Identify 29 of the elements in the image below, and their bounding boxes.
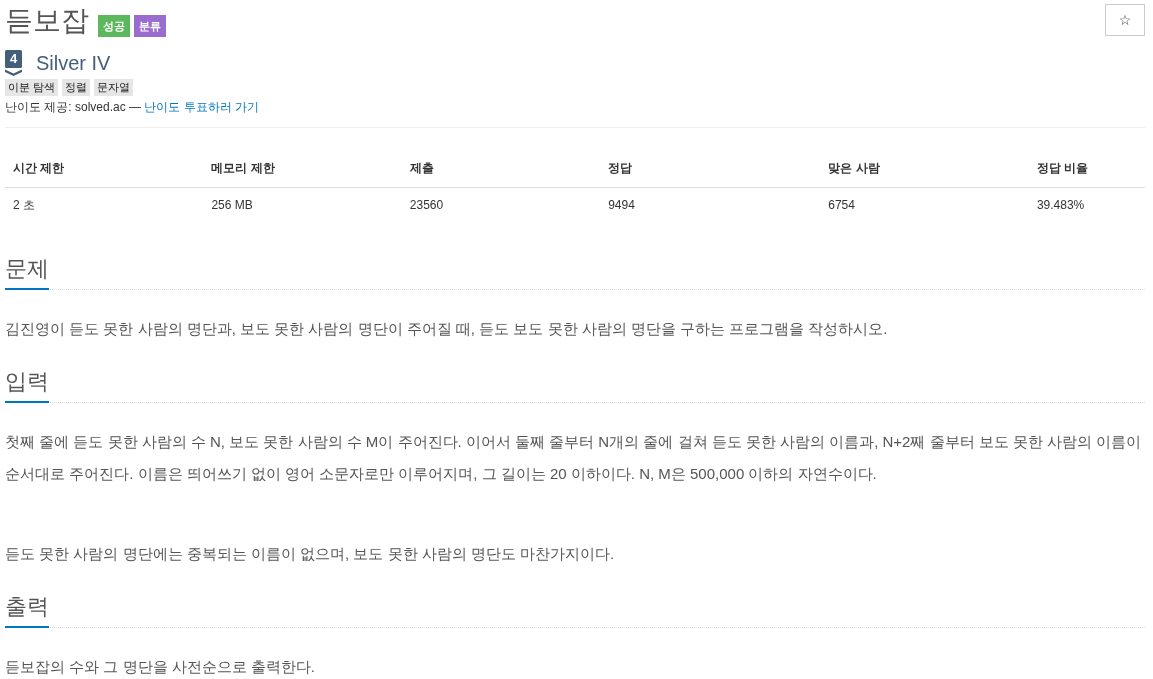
algorithm-tag[interactable]: 정렬	[62, 79, 91, 96]
column-header: 맞은 사람	[820, 150, 1029, 188]
table-cell: 6754	[820, 187, 1029, 223]
paragraph: 듣도 못한 사람의 명단에는 중복되는 이름이 없으며, 보도 못한 사람의 명단도 마찬가지이다.	[5, 544, 616, 564]
problem-title: 듣보잡	[5, 4, 89, 38]
vote-link[interactable]: 난이도 투표하러 가기	[144, 100, 260, 114]
column-header: 정답	[600, 150, 821, 188]
column-header: 메모리 제한	[203, 150, 402, 188]
algorithm-tag[interactable]: 문자열	[94, 79, 134, 96]
section-heading: 입력	[5, 367, 49, 403]
column-header: 정답 비율	[1028, 150, 1145, 188]
table-cell: 2 초	[5, 187, 204, 223]
paragraph: 김진영이 듣도 못한 사람의 명단과, 보도 못한 사람의 명단이 주어질 때, 듣도 보도 못한 사람의 명단을 구하는 프로그램을 작성하시오.	[5, 319, 889, 339]
favorite-button[interactable]: ☆	[1105, 4, 1145, 36]
table-cell: 39.483%	[1028, 187, 1145, 223]
table-cell: 256 MB	[203, 187, 402, 223]
section-heading: 문제	[5, 254, 49, 290]
algorithm-tag[interactable]: 이분 탐색	[5, 79, 59, 96]
problem-label: 분류	[134, 15, 166, 37]
column-header: 시간 제한	[5, 150, 204, 188]
problem-label: 성공	[98, 15, 130, 37]
column-header: 제출	[401, 150, 601, 188]
table-cell: 9494	[600, 187, 821, 223]
paragraph: 듣보잡의 수와 그 명단을 사전순으로 출력한다.	[5, 657, 316, 677]
table-cell: 23560	[401, 187, 601, 223]
difficulty-credit: 난이도 제공: solved.ac — 난이도 투표하러 가기	[5, 99, 261, 116]
paragraph: 첫째 줄에 듣도 못한 사람의 수 N, 보도 못한 사람의 수 M이 주어진다. 이어서 둘째 줄부터 N개의 줄에 걸쳐 듣도 못한 사람의 이름과, N+2째 줄부터 보도 못한 사람의 이름이 순서대로 주어진다. 이름은 띄어쓰기 없이 영어 소문자로만 이루어지며, 그 길이는 20 이하이다. N, M은 500,000 이하의 자연수이다.	[5, 432, 1143, 484]
section-heading: 출력	[5, 592, 49, 628]
tier-name: Silver IV	[36, 51, 111, 76]
